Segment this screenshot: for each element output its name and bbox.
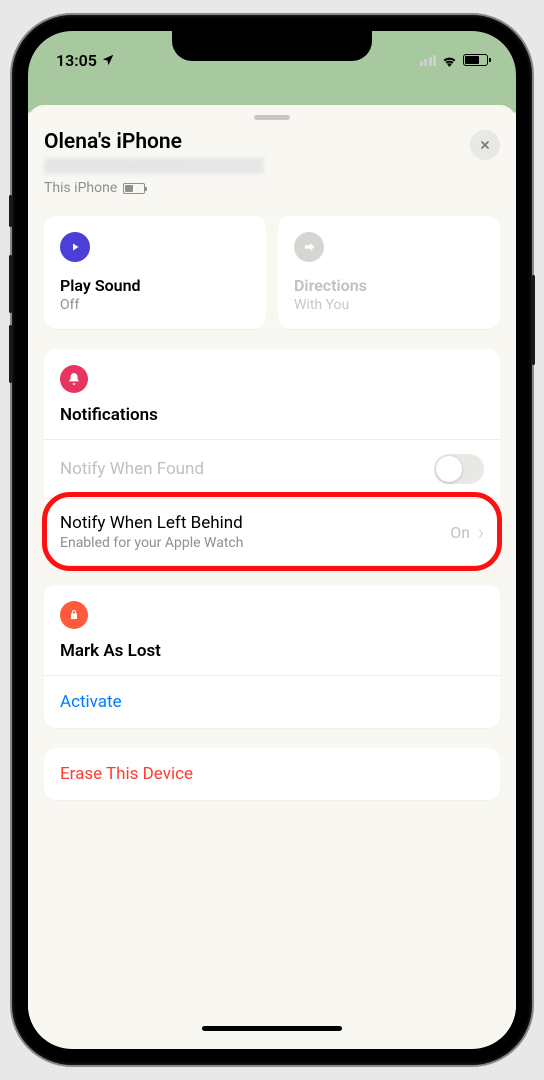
cellular-signal-icon [420, 55, 437, 66]
volume-down-button [9, 325, 12, 383]
status-time: 13:05 [56, 51, 97, 70]
close-button[interactable] [470, 130, 500, 160]
directions-title: Directions [294, 276, 484, 295]
notifications-title: Notifications [60, 405, 484, 425]
directions-card: Directions With You [278, 216, 500, 329]
silent-switch [9, 195, 12, 227]
activate-button[interactable]: Activate [44, 675, 500, 728]
mark-as-lost-section: Mark As Lost Activate [44, 585, 500, 728]
close-icon [479, 139, 491, 151]
notify-when-found-toggle [434, 454, 484, 484]
play-sound-card[interactable]: Play Sound Off [44, 216, 266, 329]
lock-icon [60, 601, 88, 629]
battery-icon [463, 54, 488, 66]
notify-when-found-row: Notify When Found [44, 439, 500, 498]
bell-icon [60, 365, 88, 393]
action-row: Play Sound Off Directions With You [44, 216, 500, 329]
wifi-icon [441, 54, 458, 67]
mark-as-lost-title: Mark As Lost [60, 641, 484, 661]
notify-when-found-label: Notify When Found [60, 459, 434, 479]
play-sound-sub: Off [60, 297, 250, 313]
device-subtitle-row: This iPhone [44, 180, 470, 196]
directions-icon [294, 232, 324, 262]
device-title: Olena's iPhone [44, 130, 470, 154]
sheet-header: Olena's iPhone This iPhone [44, 130, 500, 196]
directions-sub: With You [294, 297, 484, 313]
notify-when-left-behind-row[interactable]: Notify When Left Behind Enabled for your… [44, 498, 500, 565]
notch [172, 31, 372, 61]
erase-device-button[interactable]: Erase This Device [44, 748, 500, 800]
sheet-grabber[interactable] [254, 115, 290, 120]
device-location-blurred [44, 158, 264, 174]
play-sound-title: Play Sound [60, 276, 250, 295]
location-icon [101, 53, 115, 67]
notify-left-label: Notify When Left Behind [60, 513, 450, 533]
play-icon [60, 232, 90, 262]
volume-up-button [9, 255, 12, 313]
notify-left-sub: Enabled for your Apple Watch [60, 535, 450, 551]
screen: 13:05 Olena's iPhone This iPhone [28, 31, 516, 1049]
power-button [532, 275, 535, 365]
notify-left-value: On [450, 523, 470, 542]
device-sheet: Olena's iPhone This iPhone Play Sou [28, 105, 516, 1039]
home-indicator[interactable] [202, 1026, 342, 1031]
notifications-section: Notifications Notify When Found Notify W… [44, 349, 500, 565]
device-subtitle: This iPhone [44, 180, 117, 196]
device-battery-icon [123, 183, 145, 194]
chevron-right-icon: › [478, 520, 484, 544]
phone-frame: 13:05 Olena's iPhone This iPhone [12, 15, 532, 1065]
